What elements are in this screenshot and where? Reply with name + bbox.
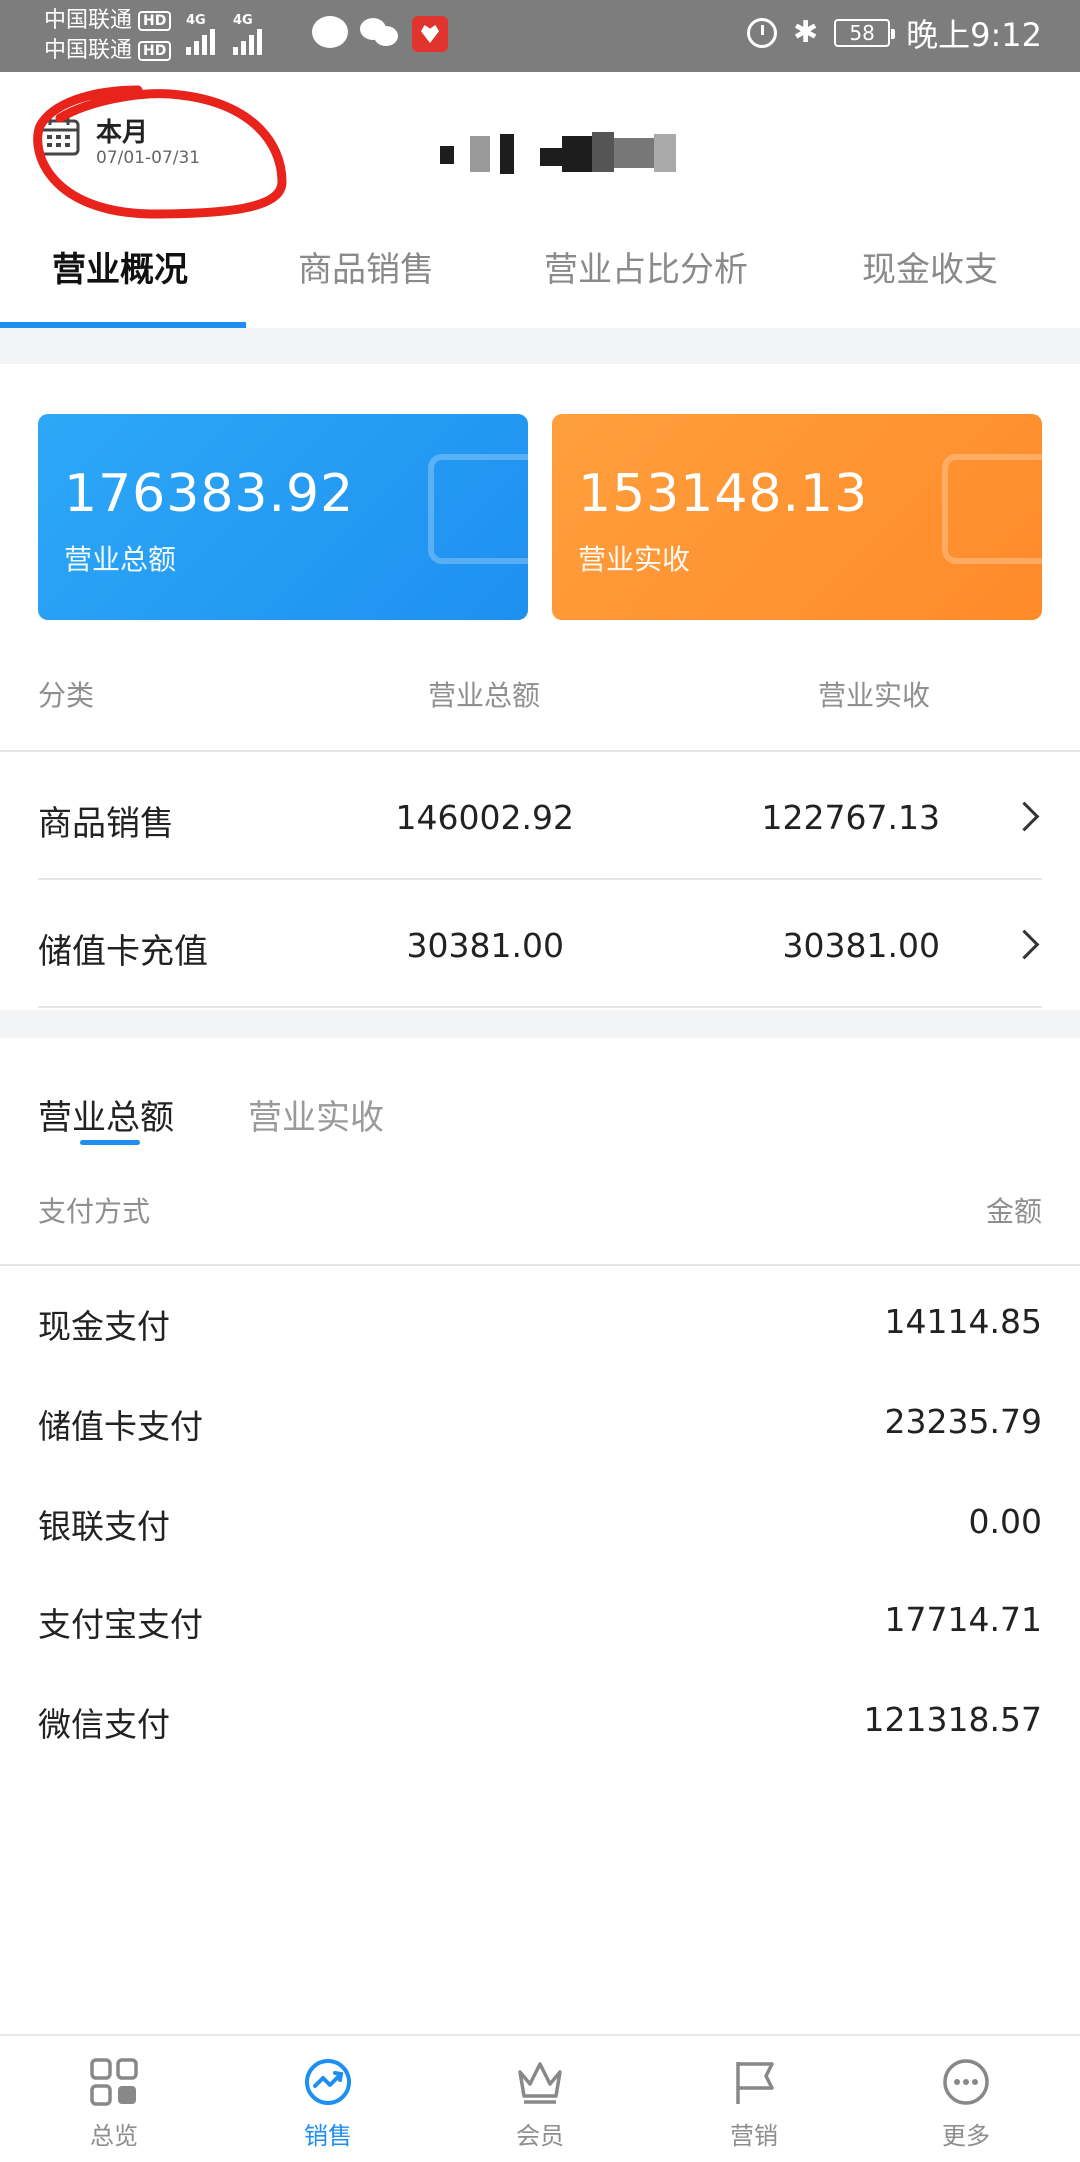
received-revenue-card[interactable]: 153148.13 营业实收 — [552, 414, 1042, 620]
payment-method: 储值卡支付 — [38, 1407, 203, 1446]
payment-amount: 121318.57 — [863, 1700, 1042, 1739]
crown-icon — [518, 2062, 562, 2104]
divider — [0, 750, 1080, 752]
payment-amount: 14114.85 — [884, 1302, 1042, 1341]
status-bar: 中国联通 HD 中国联通 HD 4G 4G ✱ 58 晚上9:12 — [0, 0, 1080, 72]
list-deco-icon — [942, 454, 1042, 564]
divider — [0, 1264, 1080, 1266]
nav-label: 营销 — [730, 2122, 778, 2150]
signal-indicators: 4G 4G — [186, 14, 262, 55]
message-icon — [312, 16, 348, 48]
store-name-redacted — [430, 128, 730, 174]
bottom-navigation: 总览 销售 会员 营销 更多 — [0, 2034, 1080, 2162]
category-total: 146002.92 — [395, 798, 574, 837]
more-icon — [943, 2059, 989, 2105]
nav-item-members[interactable]: 会员 — [470, 2056, 610, 2151]
main-tabs: 营业概况 商品销售 营业占比分析 现金收支 — [0, 222, 1080, 328]
tab-business-overview[interactable]: 营业概况 — [52, 242, 188, 291]
nav-item-marketing[interactable]: 营销 — [684, 2056, 824, 2151]
payment-amount: 23235.79 — [884, 1402, 1042, 1441]
total-header: 营业总额 — [428, 679, 541, 712]
payment-method-header: 支付方式 — [38, 1195, 151, 1228]
grid-icon — [90, 2058, 138, 2106]
sales-trend-icon — [305, 2059, 351, 2105]
nav-label: 销售 — [304, 2122, 352, 2150]
category-name: 储值卡充值 — [38, 932, 208, 972]
battery-icon: 58 — [834, 19, 896, 47]
amount-header: 金额 — [985, 1195, 1042, 1228]
app-notification-icon — [412, 16, 448, 52]
bluetooth-icon: ✱ — [792, 15, 819, 50]
section-divider — [0, 328, 1080, 364]
divider — [38, 878, 1042, 880]
tab-business-ratio[interactable]: 营业占比分析 — [544, 242, 748, 291]
nav-label: 总览 — [90, 2122, 138, 2150]
total-revenue-value: 176383.92 — [64, 464, 355, 524]
nav-label: 更多 — [942, 2122, 990, 2150]
received-revenue-value: 153148.13 — [578, 464, 869, 524]
carrier-info: 中国联通 HD 中国联通 HD — [44, 6, 172, 66]
hd-badge: HD — [138, 41, 172, 61]
wechat-icon — [360, 16, 400, 48]
signal-icon: 4G — [233, 14, 262, 55]
divider — [38, 1006, 1042, 1008]
category-total: 30381.00 — [406, 926, 564, 965]
carrier-name: 中国联通 — [44, 38, 133, 63]
battery-level: 58 — [849, 21, 875, 45]
payment-amount: 17714.71 — [884, 1600, 1042, 1639]
carrier-name: 中国联通 — [44, 8, 133, 33]
category-header: 分类 — [38, 679, 95, 712]
clock: 晚上9:12 — [906, 16, 1042, 54]
payment-method: 银联支付 — [38, 1507, 170, 1546]
active-subtab-indicator — [80, 1140, 140, 1145]
payment-amount: 0.00 — [968, 1502, 1042, 1541]
alarm-icon — [746, 18, 777, 48]
nav-item-overview[interactable]: 总览 — [44, 2056, 184, 2151]
signal-icon: 4G — [186, 14, 215, 55]
section-divider — [0, 1010, 1080, 1038]
received-revenue-label: 营业实收 — [578, 543, 691, 576]
chevron-right-icon — [1009, 801, 1040, 832]
payment-method: 支付宝支付 — [38, 1605, 203, 1644]
payment-method: 现金支付 — [38, 1307, 170, 1346]
tab-cash-flow[interactable]: 现金收支 — [862, 242, 998, 291]
nav-label: 会员 — [516, 2122, 564, 2150]
category-received: 30381.00 — [782, 926, 940, 965]
nav-item-sales[interactable]: 销售 — [258, 2056, 398, 2151]
category-received: 122767.13 — [761, 798, 940, 837]
network-type: 4G — [186, 13, 206, 28]
network-type: 4G — [233, 13, 253, 28]
chart-deco-icon — [428, 454, 528, 564]
received-header: 营业实收 — [818, 679, 931, 712]
category-name: 商品销售 — [38, 804, 174, 844]
total-revenue-card[interactable]: 176383.92 营业总额 — [38, 414, 528, 620]
tab-product-sales[interactable]: 商品销售 — [298, 242, 434, 291]
nav-item-more[interactable]: 更多 — [896, 2056, 1036, 2151]
subtab-total[interactable]: 营业总额 — [38, 1090, 174, 1139]
hd-badge: HD — [138, 11, 172, 31]
chevron-right-icon — [1009, 929, 1040, 960]
subtab-received[interactable]: 营业实收 — [248, 1090, 384, 1139]
flag-icon — [736, 2062, 774, 2104]
payment-method: 微信支付 — [38, 1705, 170, 1744]
red-annotation-circle — [33, 85, 287, 219]
total-revenue-label: 营业总额 — [64, 543, 177, 576]
